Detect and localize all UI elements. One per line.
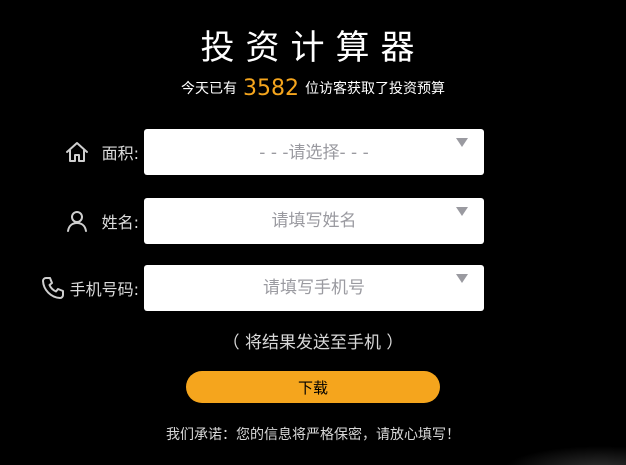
phone-icon: [40, 275, 66, 301]
area-label-group: 面积:: [64, 129, 139, 175]
name-label-group: 姓名:: [64, 198, 139, 244]
area-select-value[interactable]: - - -请选择- - -: [144, 129, 484, 175]
calculator-screen: 投资计算器 今天已有 3582 位访客获取了投资预算 面积: - - -请选择- -…: [0, 0, 626, 465]
phone-label: 手机号码:: [69, 280, 139, 299]
area-row: 面积: - - -请选择- - -: [0, 129, 626, 175]
home-icon: [64, 139, 90, 165]
send-to-phone-hint: （ 将结果发送至手机 ）: [222, 333, 404, 353]
visitor-count-line: 今天已有 3582 位访客获取了投资预算: [0, 76, 626, 102]
name-row: 姓名:: [0, 198, 626, 244]
name-label: 姓名:: [101, 213, 139, 232]
phone-input[interactable]: [144, 265, 484, 311]
area-label: 面积:: [101, 144, 139, 163]
visitor-count-suffix: 位访客获取了投资预算: [305, 81, 445, 97]
name-input[interactable]: [144, 198, 484, 244]
privacy-promise: 我们承诺：您的信息将严格保密，请放心填写！: [166, 427, 460, 443]
dropdown-arrow-icon: [456, 274, 468, 283]
visitor-count: 3582: [243, 76, 299, 101]
dropdown-arrow-icon[interactable]: [456, 138, 468, 147]
download-button[interactable]: 下载: [186, 371, 440, 403]
phone-row: 手机号码:: [0, 265, 626, 311]
phone-field-box[interactable]: [144, 265, 484, 311]
page-title: 投资计算器: [200, 28, 426, 68]
area-select[interactable]: - - -请选择- - -: [144, 129, 484, 175]
user-icon: [64, 208, 90, 234]
name-field-box[interactable]: [144, 198, 484, 244]
dropdown-arrow-icon: [456, 207, 468, 216]
visitor-count-prefix: 今天已有: [181, 81, 237, 97]
phone-label-group: 手机号码:: [40, 265, 139, 311]
